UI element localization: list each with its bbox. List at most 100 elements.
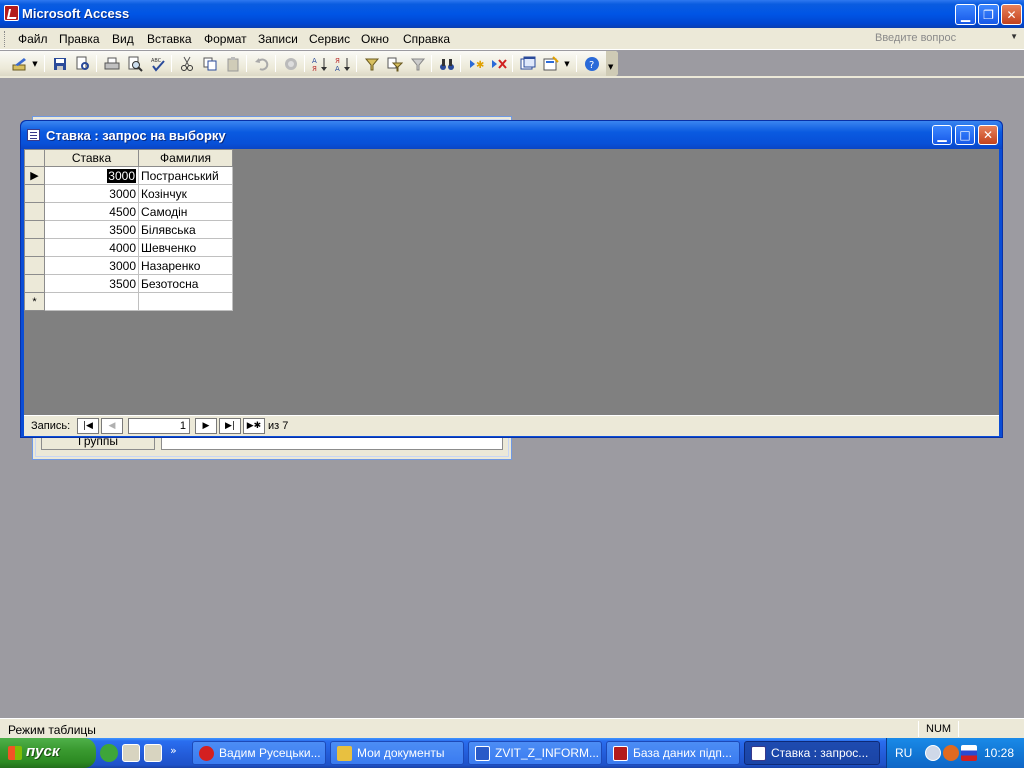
menu-tools[interactable]: Сервис [309,32,350,46]
paste-button[interactable] [223,54,242,73]
column-header-surname[interactable]: Фамилия [138,149,233,167]
query-close-button[interactable]: ✕ [978,125,998,145]
quicklaunch-more-icon[interactable]: » [170,744,177,757]
undo-button[interactable] [252,54,271,73]
office-links-button[interactable] [281,54,300,73]
help-button[interactable]: ? [582,54,601,73]
delete-record-button[interactable] [489,54,508,73]
file-search-button[interactable] [73,54,92,73]
svg-text:✱: ✱ [476,60,484,71]
access-app-icon[interactable] [4,5,19,21]
menu-format[interactable]: Формат [204,32,247,46]
cell-surname[interactable]: Шевченко [138,238,233,257]
new-record-nav-button[interactable]: ▶✱ [243,418,265,434]
filter-by-form-button[interactable] [385,54,404,73]
cell-rate[interactable]: 4000 [44,238,139,257]
new-cell-surname[interactable] [138,292,233,311]
spelling-button[interactable]: ABC [148,54,167,73]
new-cell-rate[interactable] [44,292,139,311]
sort-descending-button[interactable]: ЯA [333,54,352,73]
record-selector[interactable] [24,202,45,221]
tray-app-icon[interactable] [943,745,959,761]
select-all-cell[interactable] [24,149,45,167]
view-dropdown-button[interactable]: ▼ [30,54,40,73]
menu-grip[interactable] [4,31,7,47]
apply-filter-button[interactable] [408,54,427,73]
current-record-field[interactable]: 1 [128,418,190,434]
task-opera[interactable]: Вадим Русецьки... [192,741,326,765]
column-header-rate[interactable]: Ставка [44,149,139,167]
cell-surname[interactable]: Самодін [138,202,233,221]
menu-insert[interactable]: Вставка [147,32,192,46]
task-query-window[interactable]: Ставка : запрос... [744,741,880,765]
task-word-doc[interactable]: ZVIT_Z_INFORM... [468,741,602,765]
cell-surname[interactable]: Постранський [138,166,233,185]
save-button[interactable] [50,54,69,73]
copy-button[interactable] [200,54,219,73]
cell-rate[interactable]: 3000 [44,184,139,203]
app-title-bar[interactable]: Microsoft Access ▁ ❐ ✕ [0,0,1024,28]
cell-surname[interactable]: Безотосна [138,274,233,293]
ask-question-box[interactable]: Введите вопрос ▼ [872,30,1020,48]
start-button[interactable]: пуск [0,738,96,768]
cell-surname[interactable]: Назаренко [138,256,233,275]
cell-surname[interactable]: Білявська [138,220,233,239]
cell-rate[interactable]: 3500 [44,220,139,239]
cut-button[interactable] [177,54,196,73]
russian-flag-icon[interactable] [961,745,977,761]
previous-record-button[interactable]: ◀ [101,418,123,434]
filter-form-icon [387,57,403,71]
task-my-documents[interactable]: Мои документы [330,741,464,765]
record-selector[interactable] [24,220,45,239]
new-record-button[interactable]: ✱ [466,54,485,73]
menu-records[interactable]: Записи [258,32,298,46]
record-selector[interactable] [24,238,45,257]
restore-button[interactable]: ❐ [978,4,999,25]
back-arrow-tray-icon[interactable] [925,745,941,761]
language-indicator[interactable]: RU [895,746,912,760]
query-maximize-button[interactable]: □ [955,125,975,145]
find-button[interactable] [437,54,456,73]
cell-rate[interactable]: 3500 [44,274,139,293]
next-record-button[interactable]: ▶ [195,418,217,434]
chevron-down-icon[interactable]: ▼ [1010,32,1018,41]
query-window-title-bar[interactable]: Ставка : запрос на выборку ▁ □ ✕ [21,121,1002,149]
new-object-dropdown-button[interactable]: ▼ [562,54,572,73]
print-button[interactable] [102,54,121,73]
menu-edit[interactable]: Правка [59,32,100,46]
record-selector-current[interactable]: ▶ [24,166,45,185]
show-desktop-icon[interactable] [144,744,162,762]
cell-rate[interactable]: 3000 [44,256,139,275]
new-record-nav-icon: ▶✱ [246,421,262,431]
view-design-button[interactable] [10,54,29,73]
close-button[interactable]: ✕ [1001,4,1022,25]
menu-window[interactable]: Окно [361,32,389,46]
print-preview-button[interactable] [125,54,144,73]
database-window-button[interactable] [518,54,537,73]
last-record-button[interactable]: ▶| [219,418,241,434]
menu-help[interactable]: Справка [403,32,450,46]
query-window[interactable]: Ставка : запрос на выборку ▁ □ ✕ Ставка … [20,120,1003,438]
task-access-database[interactable]: База даних підп... [606,741,740,765]
query-window-title: Ставка : запрос на выборку [46,128,226,143]
record-selector[interactable] [24,184,45,203]
record-selector[interactable] [24,256,45,275]
new-object-button[interactable] [541,54,560,73]
toolbar-options-button[interactable]: ▼ [606,51,618,76]
utorrent-icon[interactable] [100,744,118,762]
filter-by-selection-button[interactable] [362,54,381,73]
clock[interactable]: 10:28 [984,746,1014,760]
cell-rate[interactable]: 4500 [44,202,139,221]
sort-ascending-button[interactable]: AЯ [310,54,329,73]
quicklaunch-window-icon[interactable] [122,744,140,762]
query-minimize-button[interactable]: ▁ [932,125,952,145]
cell-rate[interactable]: 3000 [44,166,139,185]
menu-view[interactable]: Вид [112,32,134,46]
first-record-button[interactable]: |◀ [77,418,99,434]
new-record-selector[interactable]: * [24,292,45,311]
minimize-button[interactable]: ▁ [955,4,976,25]
menu-file[interactable]: Файл [18,32,48,46]
query-icon[interactable] [27,129,40,141]
record-selector[interactable] [24,274,45,293]
cell-surname[interactable]: Козінчук [138,184,233,203]
